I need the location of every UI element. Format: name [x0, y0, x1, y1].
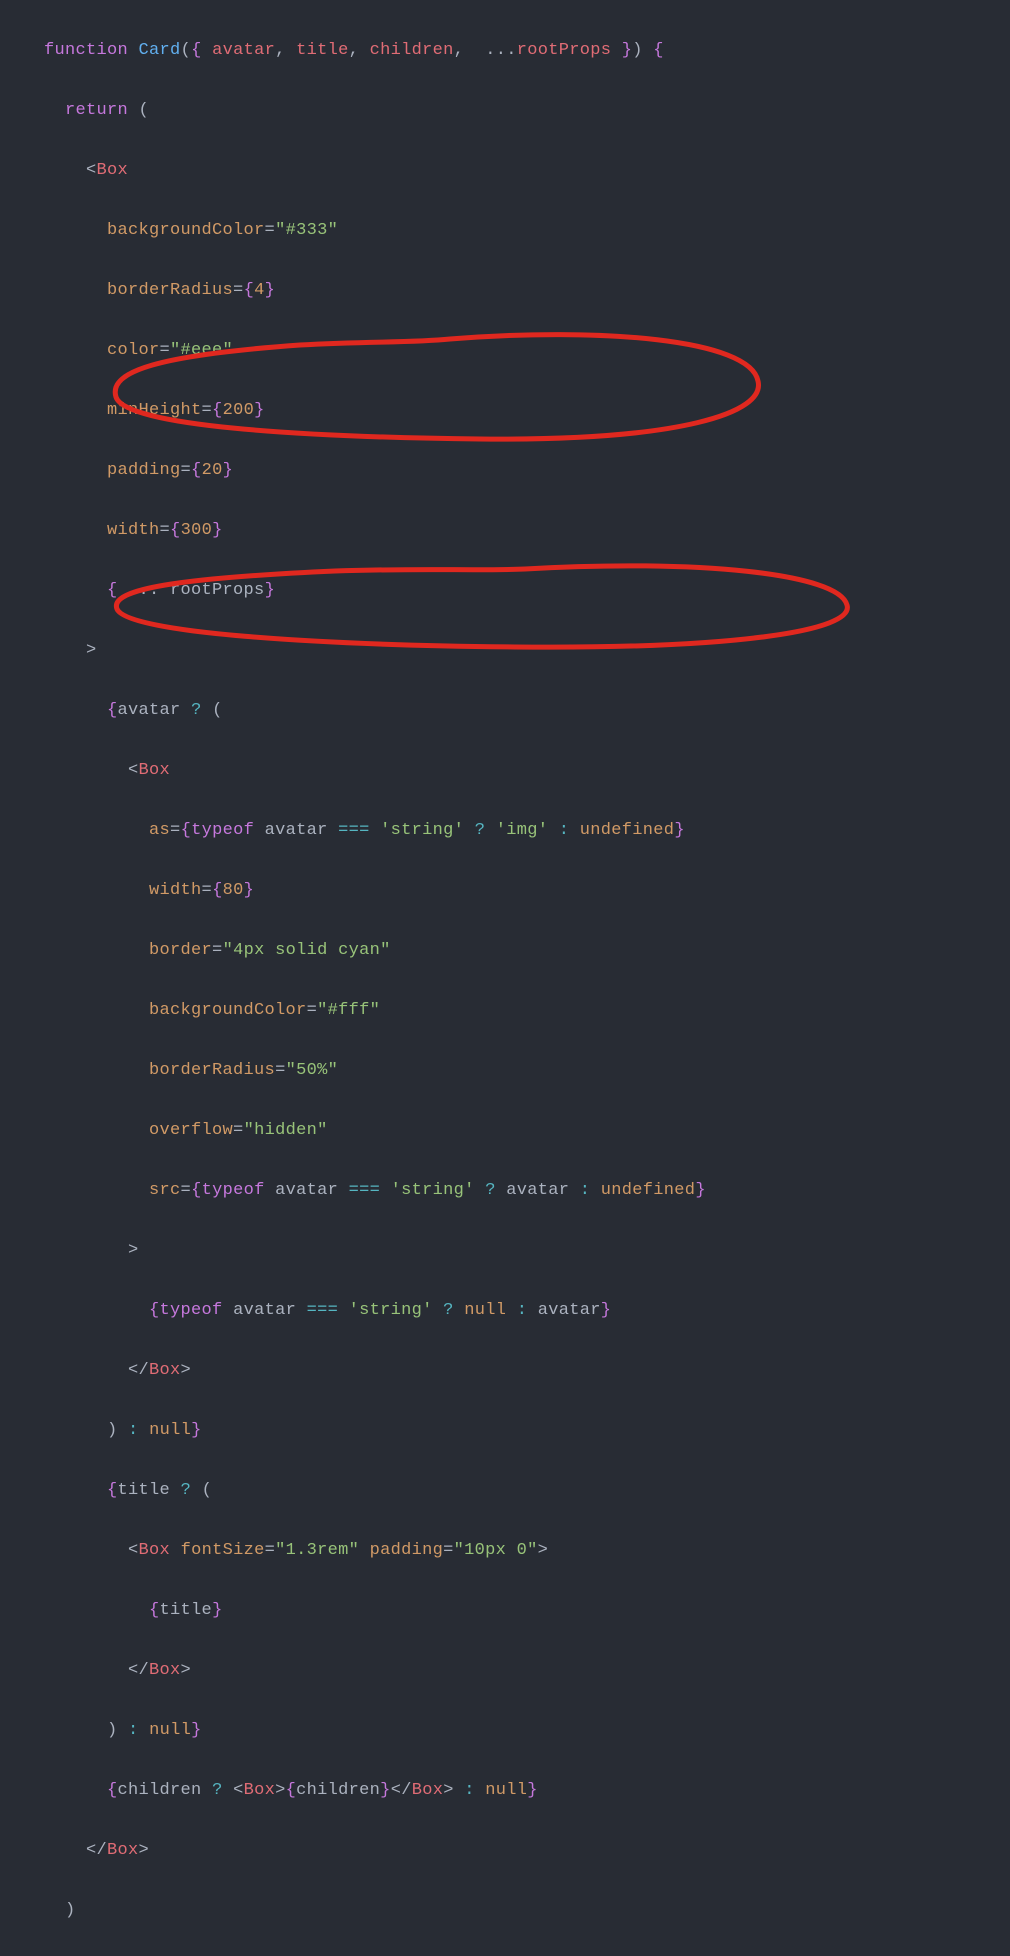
kw-function: function: [44, 41, 128, 60]
fn-card: Card: [139, 41, 181, 60]
code-block: function Card({ avatar, title, children,…: [0, 0, 1010, 1956]
